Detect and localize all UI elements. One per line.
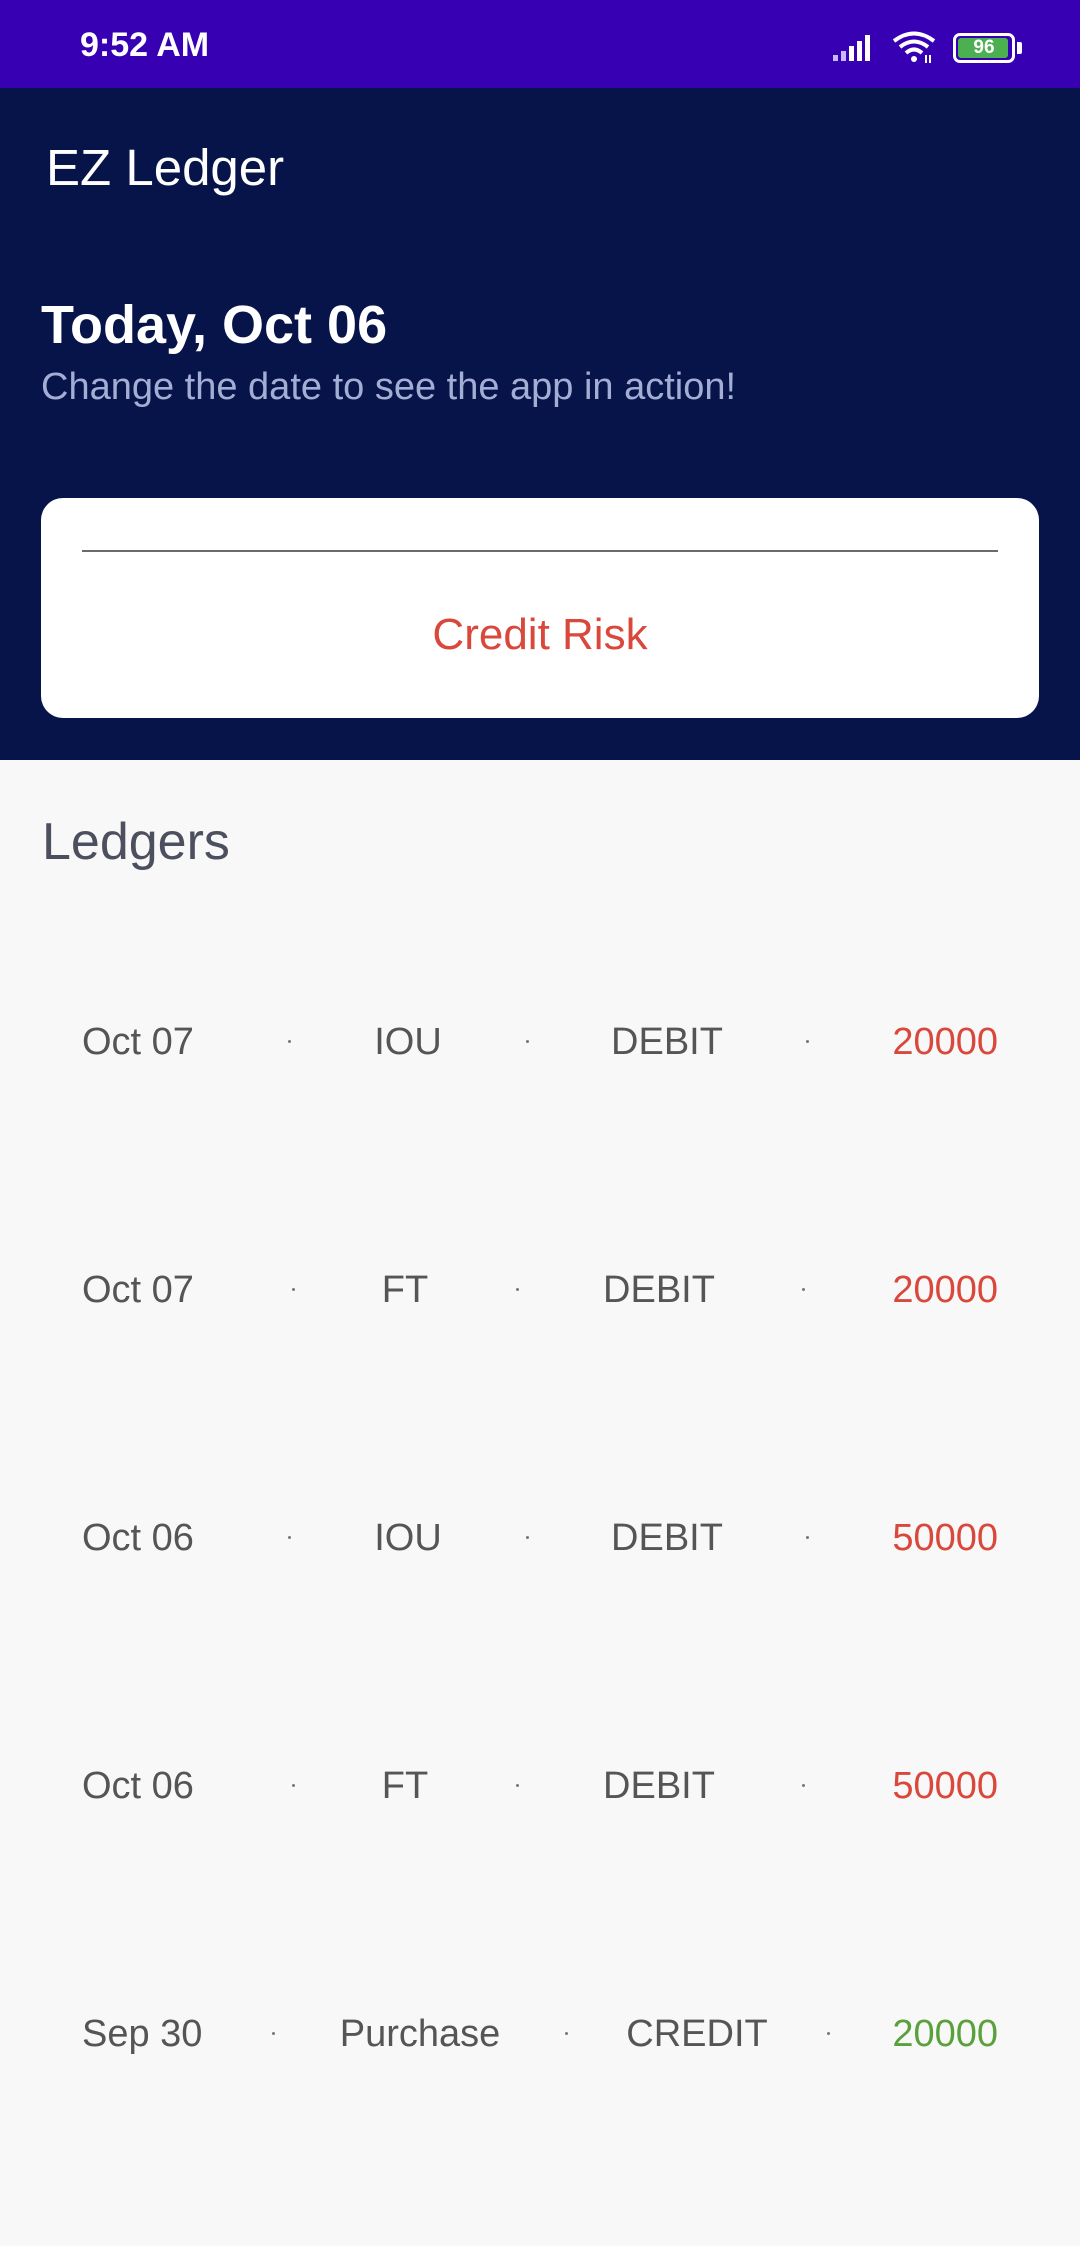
ledger-kind: DEBIT [603,1269,715,1311]
app-title: EZ Ledger [46,139,285,196]
battery-icon: 96 [953,33,1015,63]
date-subtitle: Change the date to see the app in action… [41,366,737,408]
ledgers-title: Ledgers [42,813,230,871]
date-title[interactable]: Today, Oct 06 [41,294,387,356]
battery-tip [1017,42,1022,54]
ledger-date: Oct 06 [82,1517,194,1559]
separator-dot [827,2032,830,2035]
ledger-date: Oct 06 [82,1765,194,1807]
status-time: 9:52 AM [80,26,210,64]
app-header: EZ Ledger Today, Oct 06 Change the date … [0,88,1080,760]
ledger-date: Sep 30 [82,2013,203,2055]
ledger-type: IOU [374,1517,442,1559]
ledger-amount: 50000 [892,1765,998,1807]
ledger-kind: DEBIT [603,1765,715,1807]
separator-dot [292,1288,295,1291]
ledger-row[interactable]: Oct 06 IOU DEBIT 50000 [0,1498,1080,1578]
signal-icon [833,35,870,61]
wifi-icon [892,31,936,63]
separator-dot [806,1040,809,1043]
ledger-amount: 20000 [892,1021,998,1063]
ledger-type: IOU [374,1021,442,1063]
separator-dot [565,2032,568,2035]
separator-dot [288,1536,291,1539]
separator-dot [806,1536,809,1539]
separator-dot [802,1288,805,1291]
credit-risk-label: Credit Risk [432,610,648,659]
separator-dot [516,1288,519,1291]
ledger-kind: DEBIT [611,1021,723,1063]
ledger-date: Oct 07 [82,1021,194,1063]
ledger-row[interactable]: Sep 30 Purchase CREDIT 20000 [0,1994,1080,2074]
separator-dot [526,1536,529,1539]
separator-dot [292,1784,295,1787]
ledger-amount: 20000 [892,1269,998,1311]
ledger-row[interactable]: Oct 07 IOU DEBIT 20000 [0,1002,1080,1082]
ledger-kind: CREDIT [626,2013,768,2055]
ledger-type: FT [381,1269,429,1311]
battery-level: 96 [973,37,995,58]
ledger-amount: 20000 [892,2013,998,2055]
separator-dot [516,1784,519,1787]
status-bar: 9:52 AM 96 [0,0,1080,88]
separator-dot [802,1784,805,1787]
ledger-type: Purchase [339,2013,501,2055]
ledger-row[interactable]: Oct 06 FT DEBIT 50000 [0,1746,1080,1826]
separator-dot [526,1040,529,1043]
separator-dot [272,2032,275,2035]
credit-risk-card: Credit Risk [41,498,1039,718]
credit-risk-input[interactable] [82,550,998,552]
ledger-amount: 50000 [892,1517,998,1559]
separator-dot [288,1040,291,1043]
ledger-date: Oct 07 [82,1269,194,1311]
ledger-type: FT [381,1765,429,1807]
status-icons: 96 [831,28,1022,68]
ledger-kind: DEBIT [611,1517,723,1559]
ledger-row[interactable]: Oct 07 FT DEBIT 20000 [0,1250,1080,1330]
